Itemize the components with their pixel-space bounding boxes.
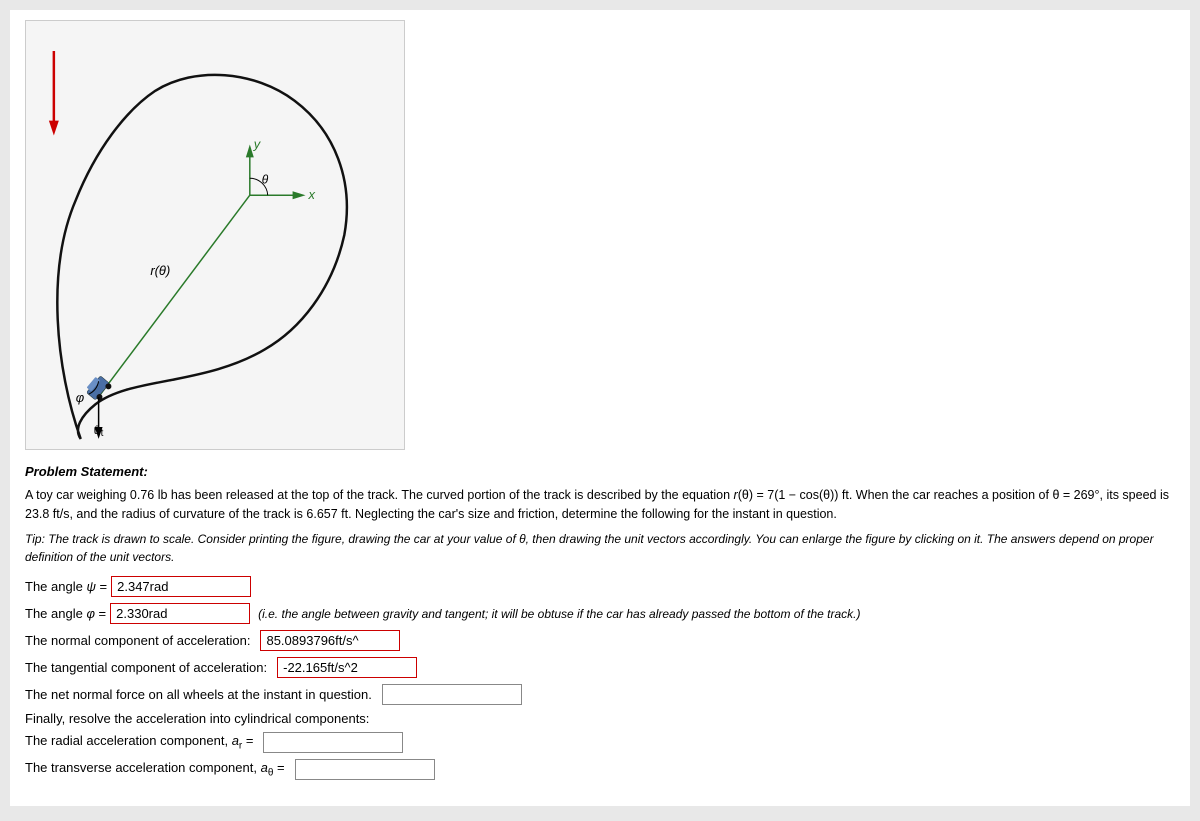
svg-text:φ: φ <box>76 390 85 405</box>
angle-psi-input[interactable] <box>111 576 251 597</box>
tangential-accel-row: The tangential component of acceleration… <box>25 657 1175 678</box>
net-normal-force-label: The net normal force on all wheels at th… <box>25 687 372 702</box>
svg-text:t: t <box>101 428 104 439</box>
tangential-accel-input[interactable] <box>277 657 417 678</box>
angle-phi-row: The angle φ = (i.e. the angle between gr… <box>25 603 1175 624</box>
transverse-accel-input[interactable] <box>295 759 435 780</box>
tangential-accel-label: The tangential component of acceleration… <box>25 660 267 675</box>
radial-accel-input[interactable] <box>263 732 403 753</box>
normal-accel-input[interactable] <box>260 630 400 651</box>
angle-psi-row: The angle ψ = <box>25 576 1175 597</box>
svg-text:û: û <box>94 423 101 437</box>
cylindrical-label: Finally, resolve the acceleration into c… <box>25 711 1175 726</box>
normal-accel-row: The normal component of acceleration: <box>25 630 1175 651</box>
problem-section: Problem Statement: A toy car weighing 0.… <box>25 462 1175 566</box>
tip-text: Tip: The track is drawn to scale. Consid… <box>25 530 1175 566</box>
angle-phi-hint: (i.e. the angle between gravity and tang… <box>258 607 860 621</box>
problem-title: Problem Statement: <box>25 462 1175 482</box>
angle-psi-label: The angle ψ = <box>25 579 107 594</box>
normal-accel-label: The normal component of acceleration: <box>25 633 250 648</box>
svg-text:r(θ): r(θ) <box>150 263 170 278</box>
transverse-accel-label: The transverse acceleration component, a… <box>25 760 285 779</box>
angle-phi-input[interactable] <box>110 603 250 624</box>
problem-text: A toy car weighing 0.76 lb has been rele… <box>25 486 1175 525</box>
transverse-accel-row: The transverse acceleration component, a… <box>25 759 1175 780</box>
net-normal-force-input[interactable] <box>382 684 522 705</box>
net-normal-force-row: The net normal force on all wheels at th… <box>25 684 1175 705</box>
angle-phi-label: The angle φ = <box>25 606 106 621</box>
svg-text:x: x <box>308 187 316 202</box>
radial-accel-row: The radial acceleration component, ar = <box>25 732 1175 753</box>
figure-area: r(θ) y x θ <box>25 20 405 450</box>
radial-accel-label: The radial acceleration component, ar = <box>25 733 253 752</box>
svg-text:θ: θ <box>262 172 269 186</box>
page-container: r(θ) y x θ <box>10 10 1190 806</box>
